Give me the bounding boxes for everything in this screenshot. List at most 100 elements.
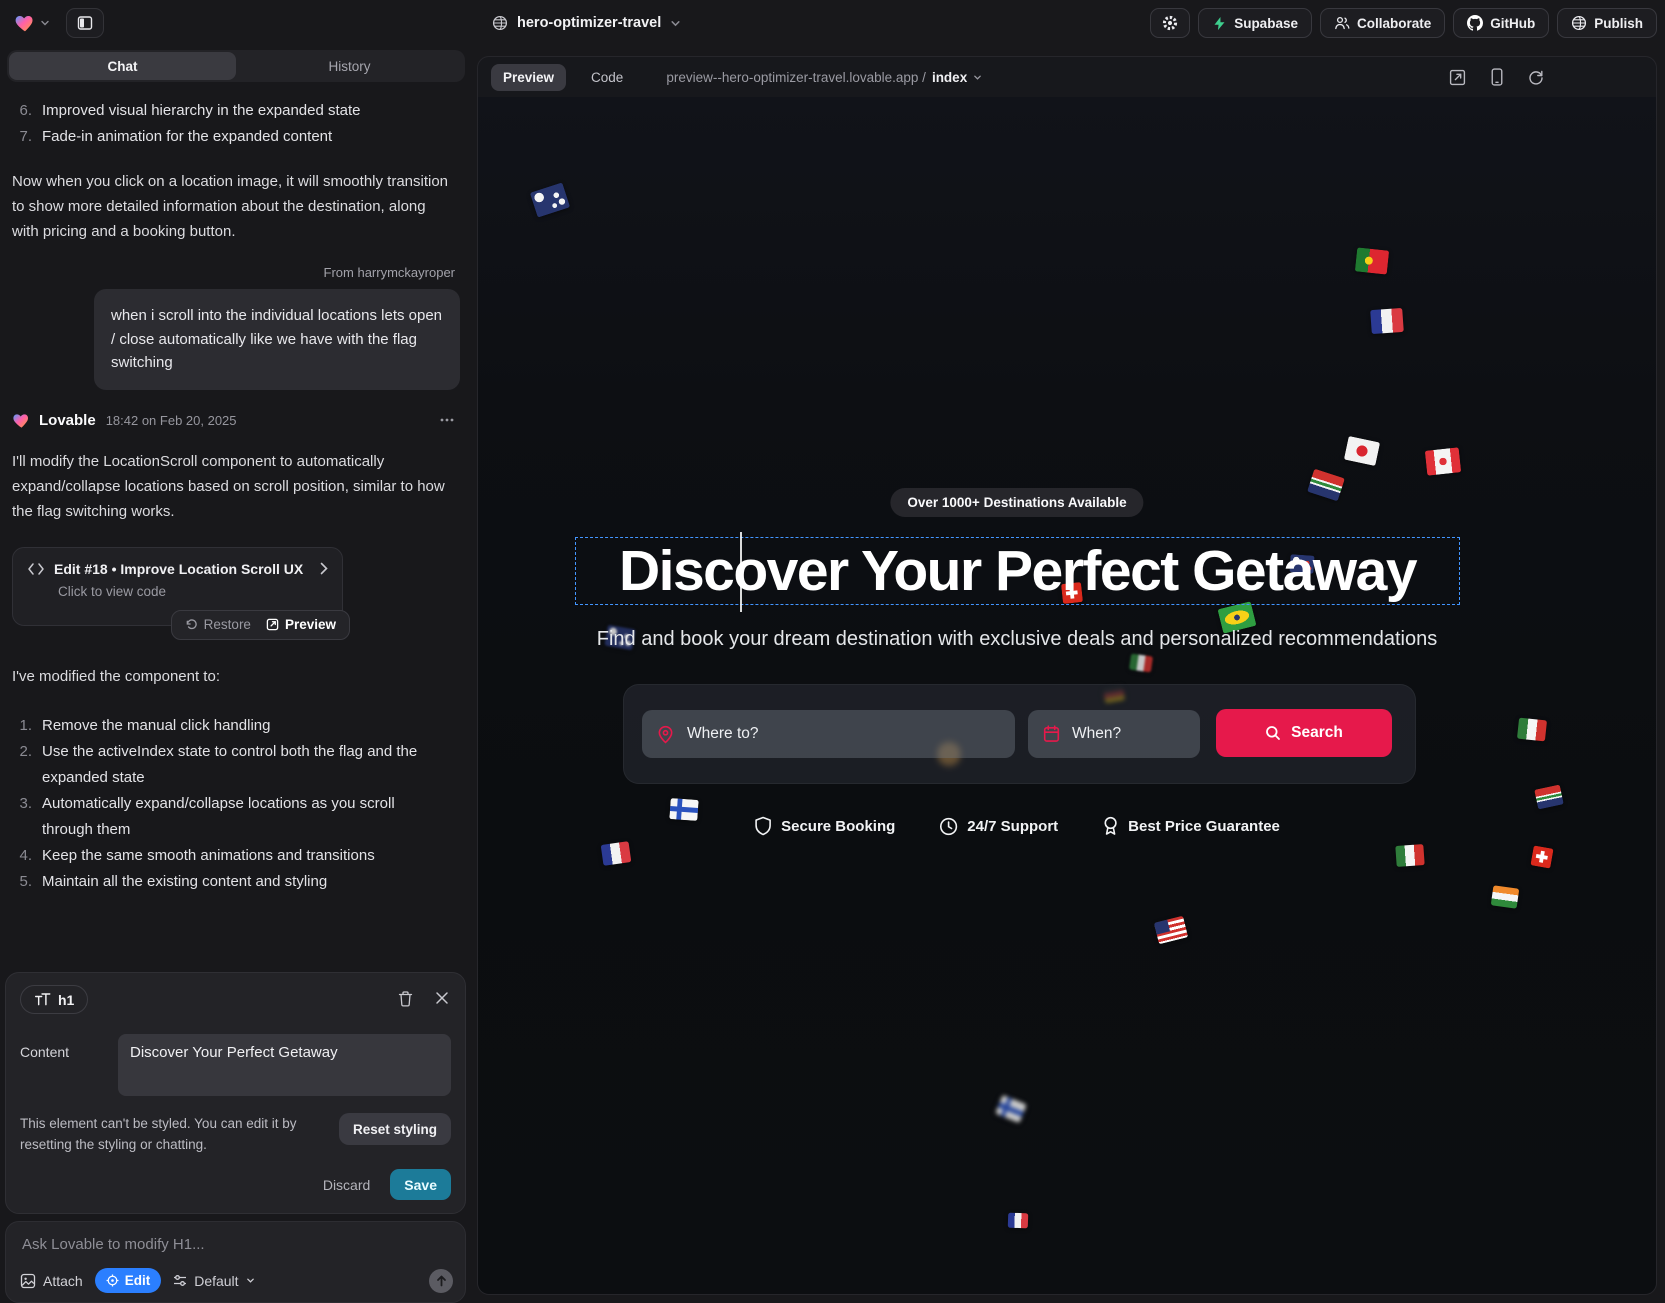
mobile-view-button[interactable]	[1490, 68, 1504, 86]
flag-france-icon	[1008, 1213, 1029, 1229]
tab-preview[interactable]: Preview	[491, 64, 566, 91]
refresh-button[interactable]	[1528, 69, 1544, 85]
preview-toolbar: Preview Code preview--hero-optimizer-tra…	[478, 57, 1656, 97]
project-switcher[interactable]: hero-optimizer-travel	[492, 0, 681, 46]
flag-southafrica-icon	[1534, 785, 1564, 810]
chevron-right-icon	[320, 562, 328, 575]
settings-button[interactable]	[1150, 8, 1190, 38]
chevron-down-icon	[670, 18, 681, 29]
sliders-icon	[173, 1274, 187, 1287]
discard-button[interactable]: Discard	[323, 1177, 370, 1193]
globe-icon	[492, 15, 508, 31]
preview-viewport[interactable]: Over 1000+ Destinations Available Discov…	[478, 97, 1656, 1294]
flag-switzerland-icon	[1530, 845, 1553, 868]
styling-note: This element can't be styled. You can ed…	[20, 1113, 320, 1155]
type-icon	[34, 992, 51, 1007]
topbar: hero-optimizer-travel Supabase Collabora…	[0, 0, 1665, 46]
user-message-bubble: when i scroll into the individual locati…	[94, 289, 460, 390]
feature-support: 24/7 Support	[939, 817, 1058, 836]
chevron-down-icon	[40, 18, 50, 28]
delete-element-button[interactable]	[398, 991, 413, 1007]
publish-label: Publish	[1594, 16, 1643, 31]
content-field-input[interactable]: Discover Your Perfect Getaway	[118, 1034, 451, 1096]
refresh-icon	[1528, 69, 1544, 85]
restore-button[interactable]: Restore	[185, 617, 251, 632]
chevron-down-icon	[973, 73, 982, 82]
list-item: 2.Use the activeIndex state to control b…	[12, 739, 460, 791]
hero-title[interactable]: Discover Your Perfect Getaway	[619, 538, 1416, 604]
shield-icon	[754, 816, 772, 836]
lovable-app-window: hero-optimizer-travel Supabase Collabora…	[0, 0, 1665, 1303]
assistant-paragraph: I've modified the component to:	[12, 664, 452, 689]
edit-version-card[interactable]: Edit #18 • Improve Location Scroll UX Cl…	[12, 547, 343, 626]
publish-button[interactable]: Publish	[1557, 8, 1657, 38]
flag-mexico-icon	[1395, 844, 1424, 867]
selected-element-badge[interactable]: h1	[20, 985, 88, 1014]
flag-finland-icon	[995, 1095, 1027, 1123]
preview-version-button[interactable]: Preview	[266, 617, 336, 632]
preview-url-selector[interactable]: preview--hero-optimizer-travel.lovable.a…	[666, 70, 982, 85]
list-item: 6.Improved visual hierarchy in the expan…	[12, 98, 460, 124]
open-in-new-tab-button[interactable]	[1449, 69, 1466, 86]
restore-icon	[185, 618, 198, 631]
preview-panel: Preview Code preview--hero-optimizer-tra…	[477, 56, 1657, 1295]
when-input[interactable]: When?	[1028, 710, 1200, 758]
search-card: Where to? When? Search	[623, 684, 1416, 784]
list-item: 7.Fade-in animation for the expanded con…	[12, 124, 460, 150]
preview-url-page: index	[932, 70, 967, 85]
gear-icon	[1161, 14, 1179, 32]
tab-code[interactable]: Code	[579, 64, 635, 91]
globe-icon	[1571, 15, 1587, 31]
chat-message-list[interactable]: 6.Improved visual hierarchy in the expan…	[0, 82, 472, 966]
flag-mexico-icon	[1517, 718, 1547, 742]
flag-japan-icon	[1344, 436, 1380, 466]
close-editor-button[interactable]	[435, 991, 449, 1007]
where-to-input[interactable]: Where to?	[642, 710, 1015, 758]
h1-selection-outline[interactable]: Discover Your Perfect Getaway	[575, 537, 1460, 605]
where-placeholder: Where to?	[687, 725, 759, 743]
list-item: 3.Automatically expand/collapse location…	[12, 791, 460, 843]
tab-chat[interactable]: Chat	[9, 52, 236, 80]
save-button[interactable]: Save	[390, 1169, 451, 1200]
restore-preview-pill: Restore Preview	[171, 610, 350, 640]
message-menu-button[interactable]	[434, 418, 460, 422]
close-icon	[435, 991, 449, 1005]
flag-australia-icon	[530, 182, 570, 217]
send-button[interactable]	[429, 1269, 453, 1293]
flag-mexico-icon	[1129, 654, 1153, 673]
sidebar-tabs: Chat History	[7, 50, 465, 82]
edit-card-title: Edit #18 • Improve Location Scroll UX	[54, 561, 303, 577]
chevron-down-icon	[246, 1276, 255, 1285]
assistant-paragraph: Now when you click on a location image, …	[12, 169, 452, 244]
assistant-paragraph: I'll modify the LocationScroll component…	[12, 449, 452, 524]
attach-button[interactable]: Attach	[20, 1273, 83, 1289]
content-field-label: Content	[20, 1034, 92, 1096]
message-timestamp: 18:42 on Feb 20, 2025	[106, 413, 237, 428]
collaborate-button[interactable]: Collaborate	[1320, 8, 1445, 38]
assistant-list-top: 6.Improved visual hierarchy in the expan…	[12, 98, 460, 150]
smartphone-icon	[1490, 68, 1504, 86]
flag-southafrica-icon	[1307, 469, 1345, 502]
edit-mode-pill[interactable]: Edit	[95, 1268, 162, 1293]
sidebar-toggle-button[interactable]	[66, 8, 104, 38]
panel-left-icon	[77, 15, 93, 31]
flag-usa-icon	[1154, 916, 1188, 945]
external-link-icon	[266, 618, 279, 631]
chat-input-placeholder[interactable]: Ask Lovable to modify H1...	[22, 1236, 449, 1253]
search-button[interactable]: Search	[1216, 709, 1392, 757]
feature-price-guarantee: Best Price Guarantee	[1102, 816, 1280, 836]
lovable-logo-menu[interactable]	[14, 12, 50, 34]
mode-selector[interactable]: Default	[173, 1273, 254, 1289]
feature-secure-booking: Secure Booking	[754, 816, 895, 836]
github-label: GitHub	[1490, 16, 1535, 31]
selected-tag-label: h1	[58, 992, 74, 1008]
map-pin-icon	[657, 725, 674, 744]
collaborate-label: Collaborate	[1357, 16, 1431, 31]
reset-styling-button[interactable]: Reset styling	[339, 1113, 451, 1145]
supabase-icon	[1212, 16, 1227, 31]
chat-input-box[interactable]: Ask Lovable to modify H1... Attach Edit …	[5, 1221, 466, 1303]
feature-highlights: Secure Booking 24/7 Support Best Price G…	[754, 816, 1280, 836]
github-button[interactable]: GitHub	[1453, 8, 1549, 38]
tab-history[interactable]: History	[236, 52, 463, 80]
supabase-button[interactable]: Supabase	[1198, 8, 1312, 38]
